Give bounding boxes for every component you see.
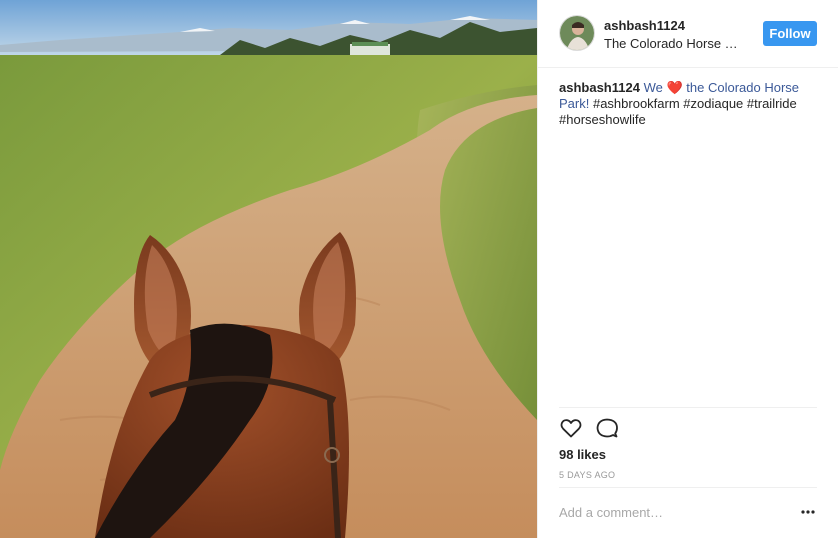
post-photo[interactable] — [0, 0, 537, 538]
post-caption: ashbash1124 We ❤️ the Colorado Horse Par… — [559, 80, 821, 128]
likes-count[interactable]: 98 likes — [559, 447, 606, 462]
post-timestamp[interactable]: 5 DAYS AGO — [559, 470, 615, 480]
caption-username[interactable]: ashbash1124 — [559, 80, 640, 95]
post-header: ashbash1124 The Colorado Horse … Follow — [538, 0, 838, 68]
follow-button[interactable]: Follow — [763, 21, 817, 46]
heart-outline-icon[interactable] — [559, 416, 583, 440]
comment-input[interactable] — [559, 503, 779, 521]
comment-divider — [559, 487, 817, 488]
location-link[interactable]: The Colorado Horse … — [604, 36, 738, 51]
comment-bubble-icon[interactable] — [595, 416, 619, 440]
heart-emoji-icon: ❤️ — [666, 80, 683, 95]
post-side-panel: ashbash1124 The Colorado Horse … Follow … — [537, 0, 838, 538]
horse-trail-photo — [0, 0, 537, 538]
caption-hashtags[interactable]: #ashbrookfarm #zodiaque #trailride #hors… — [559, 96, 797, 127]
username-link[interactable]: ashbash1124 — [604, 18, 685, 33]
more-options-icon[interactable] — [800, 504, 816, 520]
caption-we: We — [643, 80, 663, 95]
avatar[interactable] — [559, 15, 595, 51]
actions-divider — [559, 407, 817, 408]
